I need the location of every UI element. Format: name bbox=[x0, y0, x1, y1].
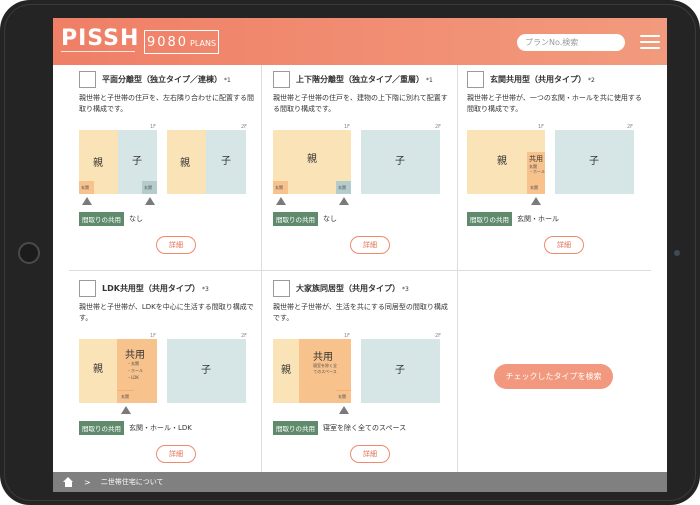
tablet-frame: PISSH 9080 PLANS 平面分離型（独立タイプ／連棟）*1 親世帯と子… bbox=[0, 0, 700, 505]
parent-label-2f: 親 bbox=[180, 158, 190, 169]
floor-diagram: 1F 2F 玄関 玄関 親 子 親 子 bbox=[79, 124, 273, 210]
shared-detail-label: 寝室を除く全てのスペース bbox=[313, 363, 337, 374]
floor-diagram: 1F 2F 親 共用 ・玄関 ・ホール ・LDK 玄関 子 bbox=[79, 333, 273, 419]
entrance-label: 玄関 bbox=[275, 185, 283, 190]
shared-label: 共用 bbox=[313, 352, 333, 363]
card-title: 大家族同居型（共用タイプ） *3 bbox=[296, 284, 409, 293]
plans-count-badge: 9080 PLANS bbox=[144, 30, 219, 54]
shared-label: 共用 bbox=[529, 155, 543, 163]
entrance-label: 玄関 bbox=[338, 394, 346, 399]
site-header: PISSH 9080 PLANS bbox=[53, 18, 667, 65]
type-checkbox[interactable] bbox=[273, 280, 290, 297]
plan-type-card-shared-ldk: LDK共用型（共用タイプ） *3 親世帯と子世帯が、LDKを中心に生活する間取り構… bbox=[79, 277, 273, 472]
entrance-arrow-icon bbox=[82, 197, 92, 205]
hamburger-menu-icon[interactable] bbox=[640, 35, 660, 50]
shared-space-value: なし bbox=[323, 215, 337, 223]
shared-detail-label: 玄関 ・ホール bbox=[529, 164, 545, 174]
shared-space-value: なし bbox=[129, 215, 143, 223]
shared-space-value: 寝室を除く全てのスペース bbox=[323, 424, 407, 432]
shared-space-row: 間取りの共用 なし bbox=[79, 212, 143, 226]
shared-item-hall: ・ホール bbox=[127, 368, 143, 373]
card-title: 平面分離型（独立タイプ／連棟） *1 bbox=[102, 75, 231, 84]
entrance-arrow-icon bbox=[339, 406, 349, 414]
card-description: 親世帯と子世帯が、LDKを中心に生活する間取り構成です。 bbox=[79, 303, 254, 322]
card-title: LDK共用型（共用タイプ） *3 bbox=[102, 284, 209, 293]
shared-label: 共用 bbox=[125, 350, 145, 361]
entrance-label: 玄関 bbox=[121, 394, 129, 399]
shared-space-badge: 間取りの共用 bbox=[273, 212, 318, 226]
row-divider bbox=[69, 270, 651, 271]
shared-space-row: 間取りの共用 玄関・ホール bbox=[467, 212, 559, 226]
entrance-arrow-icon bbox=[276, 197, 286, 205]
shared-space-badge: 間取りの共用 bbox=[79, 421, 124, 435]
parent-label: 親 bbox=[497, 156, 507, 167]
shared-space-value: 玄関・ホール・LDK bbox=[129, 424, 192, 432]
floor-diagram: 1F 2F 親 共用 玄関 ・ホール 玄関 子 bbox=[467, 124, 661, 210]
home-icon[interactable] bbox=[63, 477, 74, 487]
type-checkbox[interactable] bbox=[79, 71, 96, 88]
entrance-label: 玄関 bbox=[81, 185, 89, 190]
detail-button[interactable]: 詳細 bbox=[350, 445, 390, 463]
plan-type-card-vertical-split: 上下階分離型（独立タイプ／重層） *1 親世帯と子世帯の住戸を、建物の上下階に別れ… bbox=[273, 68, 467, 263]
parent-label: 親 bbox=[93, 364, 103, 375]
type-checkbox[interactable] bbox=[467, 71, 484, 88]
card-description: 親世帯と子世帯が、一つの玄関・ホールを共に使用する間取り構成です。 bbox=[467, 94, 642, 113]
entrance-arrow-icon bbox=[339, 197, 349, 205]
parent-label: 親 bbox=[307, 154, 317, 165]
entrance-label: 玄関 bbox=[338, 185, 346, 190]
card-description: 親世帯と子世帯の住戸を、左右隣り合わせに配置する間取り構成です。 bbox=[79, 94, 254, 113]
parent-label: 親 bbox=[281, 365, 291, 376]
entrance-arrow-icon bbox=[121, 406, 131, 414]
breadcrumb-separator: > bbox=[84, 477, 91, 487]
plan-type-card-large-family: 大家族同居型（共用タイプ） *3 親世帯と子世帯が、生活を共にする同居型の間取り構… bbox=[273, 277, 467, 472]
entrance-label: 玄関 bbox=[530, 185, 538, 190]
entrance-arrow-icon bbox=[145, 197, 155, 205]
child-label: 子 bbox=[132, 156, 142, 167]
type-checkbox[interactable] bbox=[79, 280, 96, 297]
entrance-label: 玄関 bbox=[144, 185, 152, 190]
plans-number: 9080 bbox=[146, 34, 189, 50]
screen: PISSH 9080 PLANS 平面分離型（独立タイプ／連棟）*1 親世帯と子… bbox=[53, 18, 667, 492]
shared-item-entrance: ・玄関 bbox=[127, 361, 139, 366]
type-checkbox[interactable] bbox=[273, 71, 290, 88]
shared-space-value: 玄関・ホール bbox=[517, 215, 559, 223]
logo-underline bbox=[61, 51, 135, 53]
card-title: 玄関共用型（共用タイプ） *2 bbox=[490, 75, 595, 84]
child-label-2f: 子 bbox=[221, 156, 231, 167]
breadcrumb: > 二世帯住宅について bbox=[53, 472, 667, 492]
breadcrumb-current: 二世帯住宅について bbox=[100, 478, 164, 486]
shared-space-row: 間取りの共用 玄関・ホール・LDK bbox=[79, 421, 192, 435]
shared-space-badge: 間取りの共用 bbox=[273, 421, 318, 435]
plan-type-card-shared-entrance: 玄関共用型（共用タイプ） *2 親世帯と子世帯が、一つの玄関・ホールを共に使用する… bbox=[467, 68, 661, 263]
card-description: 親世帯と子世帯の住戸を、建物の上下階に別れて配置する間取り構成です。 bbox=[273, 94, 448, 113]
child-label-2f: 子 bbox=[395, 156, 405, 167]
plan-type-grid: 平面分離型（独立タイプ／連棟） *1 親世帯と子世帯の住戸を、左右隣り合わせに配置… bbox=[53, 65, 667, 472]
detail-button[interactable]: 詳細 bbox=[156, 236, 196, 254]
tablet-home-button[interactable] bbox=[18, 242, 40, 264]
detail-button[interactable]: 詳細 bbox=[544, 236, 584, 254]
child-label-2f: 子 bbox=[589, 156, 599, 167]
search-checked-types-button[interactable]: チェックしたタイプを検索 bbox=[494, 364, 613, 389]
floor-diagram: 1F 2F 玄関 玄関 親 子 bbox=[273, 124, 467, 210]
card-title: 上下階分離型（独立タイプ／重層） *1 bbox=[296, 75, 433, 84]
plan-number-search-input[interactable] bbox=[517, 34, 625, 51]
tablet-camera bbox=[674, 250, 680, 256]
entrance-arrow-icon bbox=[531, 197, 541, 205]
shared-item-ldk: ・LDK bbox=[127, 375, 139, 380]
detail-button[interactable]: 詳細 bbox=[350, 236, 390, 254]
shared-space-badge: 間取りの共用 bbox=[467, 212, 512, 226]
child-label-2f: 子 bbox=[395, 365, 405, 376]
detail-button[interactable]: 詳細 bbox=[156, 445, 196, 463]
plan-type-card-horizontal-split: 平面分離型（独立タイプ／連棟） *1 親世帯と子世帯の住戸を、左右隣り合わせに配置… bbox=[79, 68, 273, 263]
floor-diagram: 1F 2F 親 共用 寝室を除く全てのスペース 玄関 子 bbox=[273, 333, 467, 419]
card-description: 親世帯と子世帯が、生活を共にする同居型の間取り構成です。 bbox=[273, 303, 448, 322]
shared-space-row: 間取りの共用 寝室を除く全てのスペース bbox=[273, 421, 406, 435]
shared-space-badge: 間取りの共用 bbox=[79, 212, 124, 226]
parent-label: 親 bbox=[93, 158, 103, 169]
shared-space-row: 間取りの共用 なし bbox=[273, 212, 337, 226]
child-label-2f: 子 bbox=[201, 365, 211, 376]
plans-word: PLANS bbox=[190, 39, 217, 48]
